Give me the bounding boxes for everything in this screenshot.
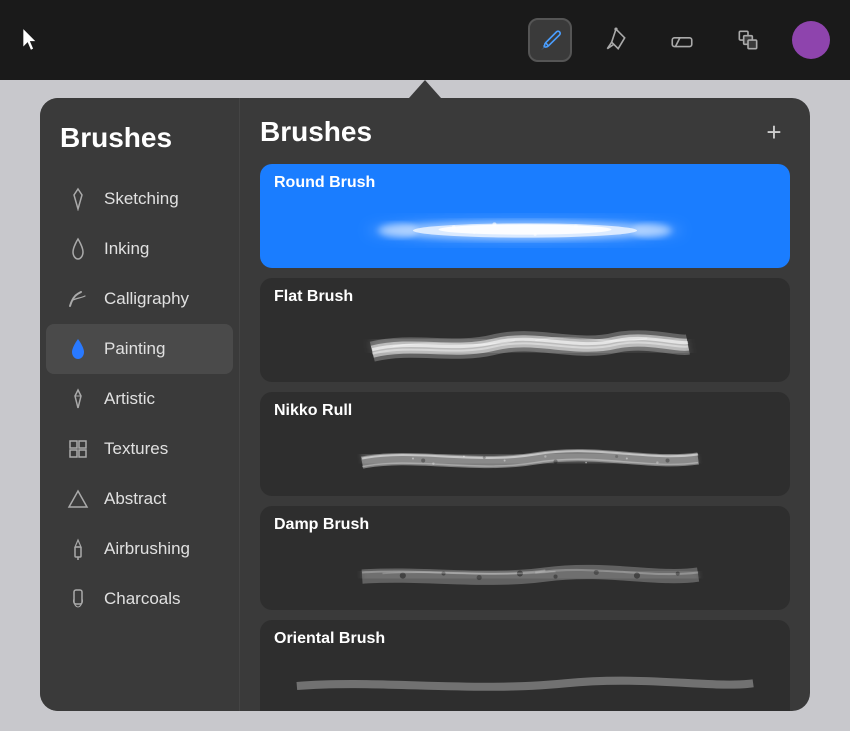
brush-list: Brushes + Round Brush [240, 98, 810, 711]
painting-icon [66, 337, 90, 361]
abstract-icon [66, 487, 90, 511]
brush-item-oriental-brush[interactable]: Oriental Brush [260, 620, 790, 711]
round-brush-label: Round Brush [260, 164, 790, 198]
brush-item-nikko-rull[interactable]: Nikko Rull [260, 392, 790, 496]
user-avatar-button[interactable] [792, 21, 830, 59]
oriental-brush-label: Oriental Brush [260, 620, 790, 654]
toolbar-left [10, 18, 54, 62]
painting-label: Painting [104, 339, 165, 359]
ink-icon [66, 237, 90, 261]
artistic-icon [66, 387, 90, 411]
sidebar-item-sketching[interactable]: Sketching [46, 174, 233, 224]
brush-item-round-brush[interactable]: Round Brush [260, 164, 790, 268]
add-brush-button[interactable]: + [758, 116, 790, 148]
sketch-icon [66, 187, 90, 211]
sidebar-item-textures[interactable]: Textures [46, 424, 233, 474]
inking-label: Inking [104, 239, 149, 259]
sidebar-item-painting[interactable]: Painting [46, 324, 233, 374]
sidebar-item-charcoals[interactable]: Charcoals [46, 574, 233, 624]
toolbar-icons [528, 18, 830, 62]
calligraphy-icon [66, 287, 90, 311]
nikko-rull-preview [260, 426, 790, 496]
damp-brush-label: Damp Brush [260, 506, 790, 540]
brush-tool-button[interactable] [528, 18, 572, 62]
damp-brush-preview [260, 540, 790, 610]
panel-title: Brushes [40, 112, 239, 174]
brush-categories-sidebar: Brushes Sketching Inking [40, 98, 240, 711]
textures-label: Textures [104, 439, 168, 459]
flat-brush-preview [260, 312, 790, 382]
charcoal-icon [66, 587, 90, 611]
oriental-brush-preview [260, 654, 790, 711]
sidebar-item-calligraphy[interactable]: Calligraphy [46, 274, 233, 324]
cursor-tool-button[interactable] [10, 18, 54, 62]
toolbar [0, 0, 850, 80]
calligraphy-label: Calligraphy [104, 289, 189, 309]
content-title: Brushes [260, 116, 372, 148]
pen-tool-button[interactable] [594, 18, 638, 62]
sidebar-item-abstract[interactable]: Abstract [46, 474, 233, 524]
charcoals-label: Charcoals [104, 589, 181, 609]
brushes-panel: Brushes Sketching Inking [40, 98, 810, 711]
brush-item-damp-brush[interactable]: Damp Brush [260, 506, 790, 610]
eraser-tool-button[interactable] [660, 18, 704, 62]
content-header: Brushes + [260, 116, 790, 148]
sidebar-item-inking[interactable]: Inking [46, 224, 233, 274]
round-brush-preview [260, 198, 790, 268]
flat-brush-label: Flat Brush [260, 278, 790, 312]
sketching-label: Sketching [104, 189, 179, 209]
panel-arrow [409, 80, 441, 98]
nikko-rull-label: Nikko Rull [260, 392, 790, 426]
brush-item-flat-brush[interactable]: Flat Brush [260, 278, 790, 382]
sidebar-item-artistic[interactable]: Artistic [46, 374, 233, 424]
textures-icon [66, 437, 90, 461]
artistic-label: Artistic [104, 389, 155, 409]
sidebar-item-airbrushing[interactable]: Airbrushing [46, 524, 233, 574]
airbrushing-label: Airbrushing [104, 539, 190, 559]
layers-tool-button[interactable] [726, 18, 770, 62]
abstract-label: Abstract [104, 489, 166, 509]
airbrush-icon [66, 537, 90, 561]
